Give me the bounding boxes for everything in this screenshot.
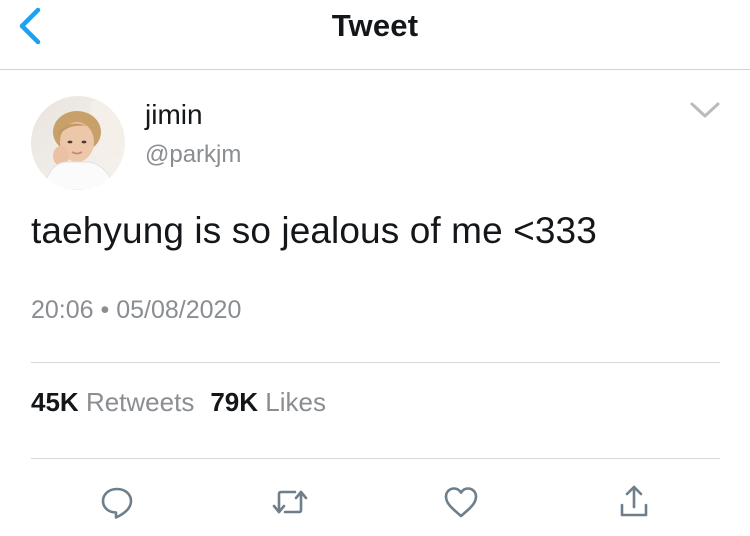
navigation-bar: Tweet (0, 0, 750, 70)
page-title: Tweet (331, 8, 419, 43)
likes-label: Likes (265, 387, 326, 417)
share-button[interactable] (614, 482, 654, 522)
tweet-text: taehyung is so jealous of me <333 (31, 210, 597, 251)
divider (31, 362, 720, 363)
author-handle[interactable]: @parkjm (145, 141, 241, 169)
divider (31, 458, 720, 459)
author-name[interactable]: jimin (145, 99, 203, 131)
retweets-count: 45K (31, 387, 79, 417)
tweet-menu-button[interactable] (686, 96, 724, 124)
likes-stat[interactable]: 79K Likes (210, 387, 326, 417)
tweet-time: 20:06 (31, 296, 94, 324)
retweet-icon (272, 490, 308, 514)
chevron-down-icon (690, 102, 720, 118)
like-button[interactable] (441, 482, 481, 522)
profile-photo (31, 96, 125, 190)
tweet-stats: 45K Retweets 79K Likes (31, 387, 342, 418)
like-icon (444, 487, 478, 518)
timestamp-separator: • (100, 296, 110, 324)
retweets-stat[interactable]: 45K Retweets (31, 387, 194, 417)
likes-count: 79K (210, 387, 259, 417)
share-icon (620, 485, 648, 517)
avatar[interactable] (31, 96, 125, 190)
retweet-button[interactable] (270, 482, 310, 522)
reply-icon (101, 487, 133, 519)
tweet-timestamp: 20:06 • 05/08/2020 (31, 296, 241, 325)
reply-button[interactable] (97, 482, 137, 522)
tweet-date: 05/08/2020 (116, 296, 242, 324)
retweets-label: Retweets (85, 387, 195, 417)
